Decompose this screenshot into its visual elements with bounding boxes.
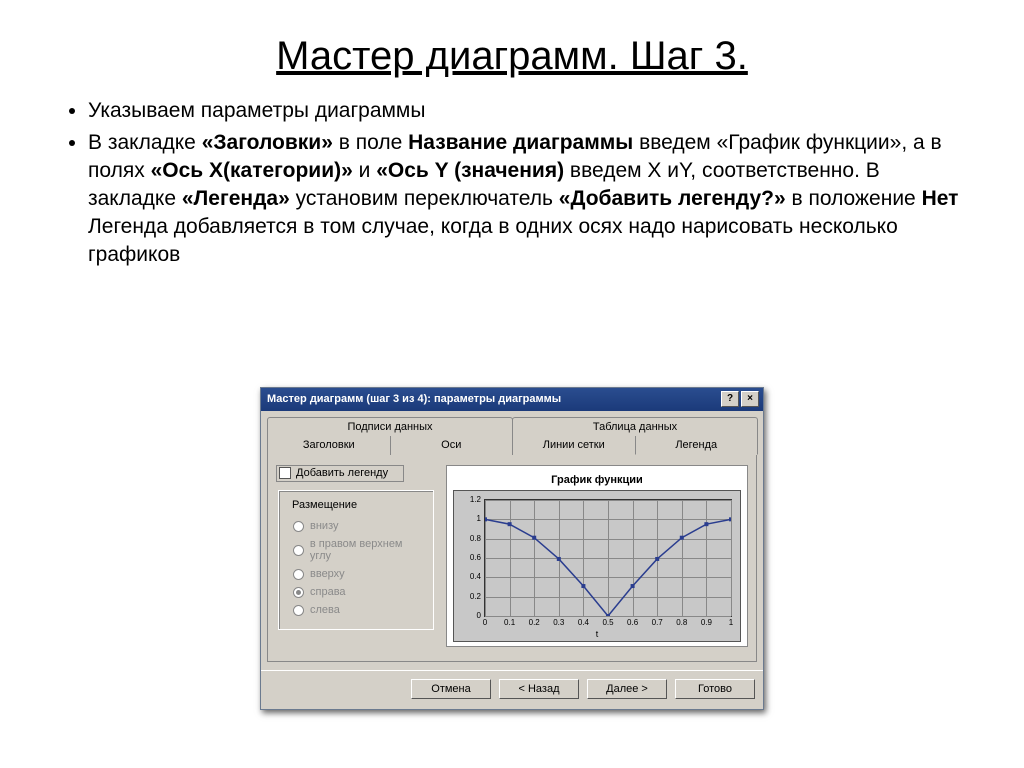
chart-title: График функции bbox=[453, 474, 741, 486]
dialog-titlebar[interactable]: Мастер диаграмм (шаг 3 из 4): параметры … bbox=[261, 388, 763, 411]
slide-title: Мастер диаграмм. Шаг 3. bbox=[60, 34, 964, 79]
dialog-title-text: Мастер диаграмм (шаг 3 из 4): параметры … bbox=[267, 393, 561, 405]
radio-right[interactable]: справа bbox=[287, 583, 425, 601]
finish-button[interactable]: Готово bbox=[675, 679, 755, 699]
help-button[interactable]: ? bbox=[721, 391, 739, 407]
bullet-2: В закладке «Заголовки» в поле Название д… bbox=[88, 129, 964, 269]
placement-group: Размещение внизу в правом верхнем углу в… bbox=[278, 490, 434, 630]
tab-titles[interactable]: Заголовки bbox=[267, 436, 391, 455]
add-legend-checkbox[interactable]: Добавить легенду bbox=[276, 465, 404, 482]
chart-xlabel: t bbox=[454, 629, 740, 639]
tab-data-table[interactable]: Таблица данных bbox=[512, 417, 758, 436]
radio-top[interactable]: вверху bbox=[287, 565, 425, 583]
placement-group-title: Размещение bbox=[289, 499, 360, 511]
slide-body: Указываем параметры диаграммы В закладке… bbox=[60, 97, 964, 269]
chart-preview: График функции 00.20.40.60.811.200.10.20… bbox=[446, 465, 748, 647]
back-button[interactable]: < Назад bbox=[499, 679, 579, 699]
close-button[interactable]: × bbox=[741, 391, 759, 407]
next-button[interactable]: Далее > bbox=[587, 679, 667, 699]
bullet-1: Указываем параметры диаграммы bbox=[88, 97, 964, 125]
tab-legend[interactable]: Легенда bbox=[635, 436, 759, 455]
tab-data-labels[interactable]: Подписи данных bbox=[267, 417, 513, 436]
add-legend-label: Добавить легенду bbox=[296, 467, 388, 479]
chart-wizard-dialog: Мастер диаграмм (шаг 3 из 4): параметры … bbox=[260, 387, 764, 710]
radio-left[interactable]: слева bbox=[287, 601, 425, 619]
radio-bottom[interactable]: внизу bbox=[287, 517, 425, 535]
tab-axes[interactable]: Оси bbox=[390, 436, 514, 455]
tab-gridlines[interactable]: Линии сетки bbox=[512, 436, 636, 455]
checkbox-icon bbox=[279, 467, 291, 479]
radio-top-right[interactable]: в правом верхнем углу bbox=[287, 535, 425, 565]
cancel-button[interactable]: Отмена bbox=[411, 679, 491, 699]
